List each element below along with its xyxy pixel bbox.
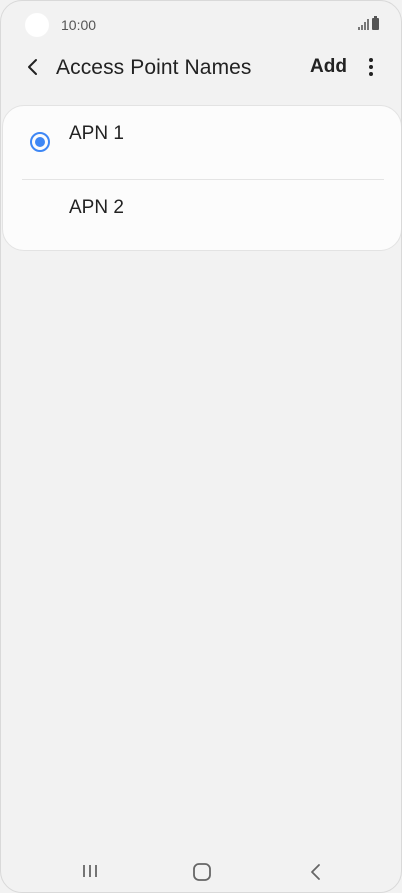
battery-icon	[372, 16, 379, 30]
list-item-apn-1[interactable]: APN 1	[3, 106, 401, 178]
status-bar: 10:00	[1, 1, 401, 49]
back-button[interactable]	[19, 53, 47, 81]
status-icons	[358, 16, 379, 30]
radio-selected-icon[interactable]	[30, 132, 50, 152]
home-icon[interactable]	[191, 861, 213, 883]
apn-label: APN 1	[69, 123, 124, 144]
status-time: 10:00	[61, 17, 97, 33]
add-button[interactable]: Add	[310, 56, 347, 78]
app-bar: Access Point Names Add	[1, 45, 401, 89]
signal-icon	[358, 19, 369, 30]
camera-cutout	[25, 13, 49, 37]
more-vertical-icon	[369, 58, 373, 76]
recent-apps-icon[interactable]	[80, 863, 100, 879]
more-options-button[interactable]	[359, 53, 383, 81]
apn-label: APN 2	[69, 197, 124, 218]
phone-screen: 10:00 Access Point Names Add APN 1 APN 2	[0, 0, 402, 893]
list-item-apn-2[interactable]: APN 2	[3, 180, 401, 252]
page-title: Access Point Names	[56, 56, 252, 79]
back-icon[interactable]	[306, 861, 326, 883]
chevron-left-icon	[28, 59, 37, 75]
apn-list-card: APN 1 APN 2	[2, 105, 401, 252]
radio-dot	[35, 137, 45, 147]
navigation-bar	[1, 849, 401, 892]
